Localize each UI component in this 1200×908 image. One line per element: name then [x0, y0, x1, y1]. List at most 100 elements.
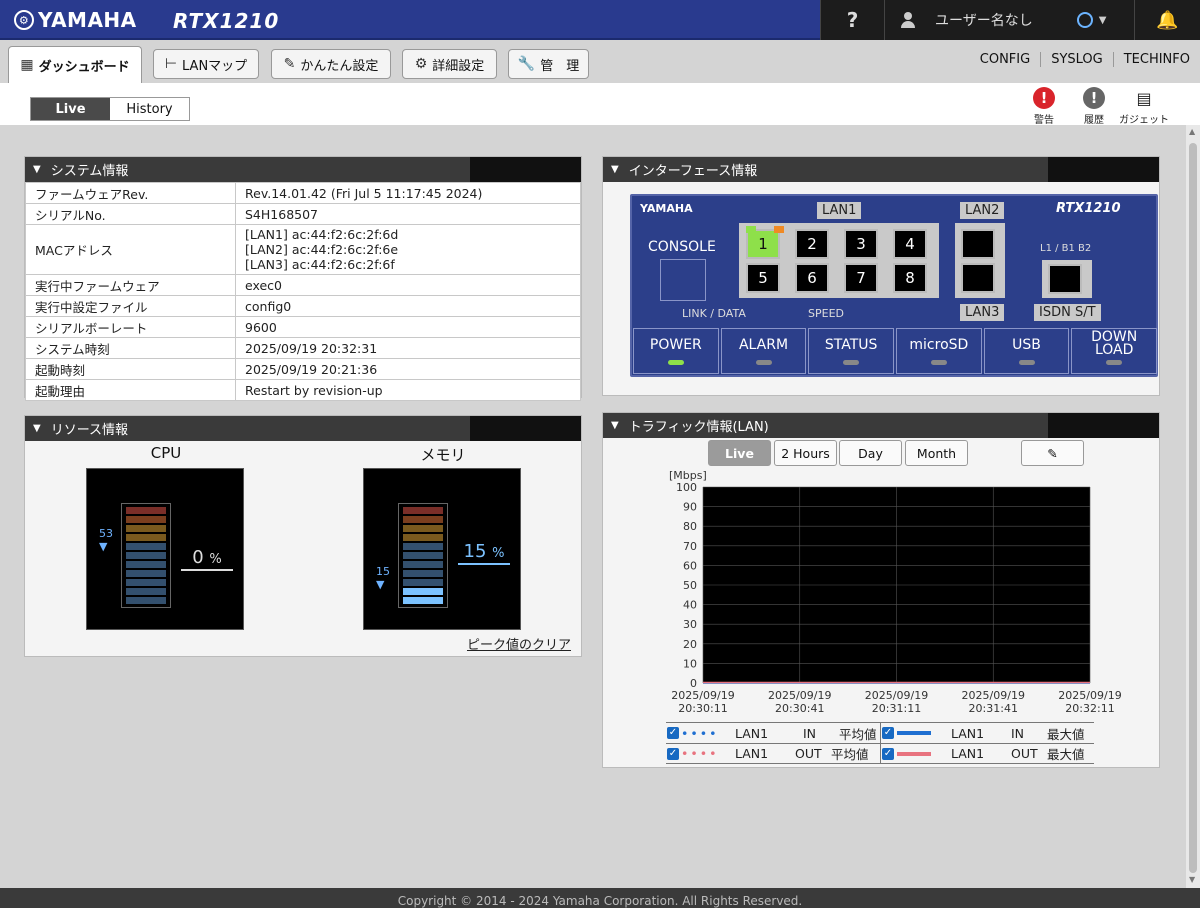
y-tick-label: 30: [683, 618, 697, 631]
cpu-meter: 53 ▼ 0 %: [86, 468, 244, 630]
isdn-status-label: L1 / B1 B2: [1040, 243, 1092, 254]
warning-icon: !: [1033, 87, 1055, 109]
lan1-port-7[interactable]: 7: [844, 263, 878, 293]
led-label: DOWN LOAD: [1091, 329, 1138, 358]
lan1-label: LAN1: [817, 202, 862, 219]
table-value: 2025/09/19 20:21:36: [235, 358, 581, 380]
lan1-port-1[interactable]: 1: [746, 229, 780, 259]
lan2-label: LAN2: [960, 202, 1005, 219]
interface-info-header[interactable]: ▼ インターフェース情報: [603, 157, 1159, 182]
legend-dir: OUT: [795, 746, 822, 761]
legend-dir: IN: [1011, 725, 1025, 741]
tab-management[interactable]: 🔧 管 理: [508, 49, 589, 79]
table-key: シリアルNo.: [25, 203, 236, 225]
legend-dir: IN: [803, 725, 817, 741]
checkbox-icon: ✓: [882, 747, 894, 760]
lan1-port-8[interactable]: 8: [893, 263, 927, 293]
traffic-2hours-button[interactable]: 2 Hours: [774, 440, 837, 466]
device-model: RTX1210: [1056, 201, 1121, 216]
tab-easy-setup[interactable]: ✎ かんたん設定: [271, 49, 391, 79]
user-menu[interactable]: ユーザー名なし ▼: [884, 0, 1134, 40]
table-row: 実行中ファームウェア exec0: [25, 274, 581, 296]
legend-out-average[interactable]: ✓ •••• LAN1 OUT 平均値: [666, 743, 880, 764]
table-value: exec0: [235, 274, 581, 296]
panel-title: トラフィック情報(LAN): [628, 420, 769, 435]
checkbox-icon: ✓: [667, 747, 679, 760]
scroll-up-icon[interactable]: ▲: [1189, 127, 1195, 136]
cpu-level-bars: [121, 503, 171, 608]
table-key: 実行中ファームウェア: [25, 274, 236, 296]
user-icon: [901, 12, 915, 28]
tab-dashboard[interactable]: ▦ ダッシュボード: [8, 46, 142, 83]
system-info-panel: ▼ システム情報 ファームウェアRev. Rev.14.01.42 (Fri Ju…: [24, 156, 582, 401]
gadget-button[interactable]: ▤ ガジェット: [1119, 87, 1169, 127]
traffic-edit-button[interactable]: ✎: [1021, 440, 1084, 466]
status-led-row: POWER ALARM STATUS microSD USB DOWN LOAD: [633, 328, 1158, 374]
table-row: システム時刻 2025/09/19 20:32:31: [25, 337, 581, 359]
system-info-header[interactable]: ▼ システム情報: [25, 157, 581, 182]
live-button[interactable]: Live: [31, 98, 110, 120]
clear-peak-link[interactable]: ピーク値のクリア: [467, 634, 571, 653]
lan2-port[interactable]: [961, 229, 995, 259]
tab-lan-map[interactable]: ⊢ LANマップ: [153, 49, 259, 79]
table-row: ファームウェアRev. Rev.14.01.42 (Fri Jul 5 11:17…: [25, 182, 581, 204]
history-log-button[interactable]: ! 履歴: [1069, 87, 1119, 126]
y-tick-label: 20: [683, 638, 697, 651]
traffic-month-button[interactable]: Month: [905, 440, 968, 466]
led-label: POWER: [649, 337, 702, 353]
techinfo-link[interactable]: TECHINFO: [1112, 52, 1200, 67]
legend-in-average[interactable]: ✓ •••• LAN1 IN 平均値: [666, 723, 880, 744]
scroll-down-icon[interactable]: ▼: [1189, 875, 1195, 884]
memory-peak-marker: 15 ▼: [376, 565, 390, 591]
main-nav: ▦ ダッシュボード ⊢ LANマップ ✎ かんたん設定 ⚙ 詳細設定 🔧 管 理…: [0, 40, 1200, 83]
table-key: MACアドレス: [25, 224, 236, 275]
alarm-lamp: [755, 360, 772, 365]
dashboard-area: ▼ システム情報 ファームウェアRev. Rev.14.01.42 (Fri Ju…: [0, 125, 1186, 888]
collapse-triangle-icon: ▼: [611, 164, 619, 175]
brand-name: YAMAHA: [38, 8, 137, 32]
lan1-port-2[interactable]: 2: [795, 229, 829, 259]
scrollbar-thumb[interactable]: [1189, 143, 1197, 873]
lan1-port-4[interactable]: 4: [893, 229, 927, 259]
table-value: 2025/09/19 20:32:31: [235, 337, 581, 359]
x-tick-label: 20:32:11: [1065, 702, 1114, 715]
help-button[interactable]: ?: [820, 0, 884, 40]
notification-bell-button[interactable]: 🔔: [1134, 0, 1200, 40]
cpu-label: CPU: [150, 444, 182, 462]
y-tick-label: 80: [683, 520, 697, 533]
lan3-port[interactable]: [961, 263, 995, 293]
traffic-live-button[interactable]: Live: [708, 440, 771, 466]
usb-led: USB: [983, 328, 1070, 374]
warning-button[interactable]: ! 警告: [1019, 87, 1069, 126]
tab-label: LANマップ: [182, 58, 248, 74]
y-tick-label: 50: [683, 579, 697, 592]
cpu-value: 0: [192, 547, 204, 568]
syslog-link[interactable]: SYSLOG: [1040, 52, 1113, 67]
table-value: Restart by revision-up: [235, 379, 581, 401]
legend-if: LAN1: [951, 725, 985, 741]
traffic-info-panel: ▼ トラフィック情報(LAN) Live 2 Hours Day Month ✎…: [602, 412, 1160, 768]
lan1-port-5[interactable]: 5: [746, 263, 780, 293]
resource-info-header[interactable]: ▼ リソース情報: [25, 416, 581, 441]
isdn-port[interactable]: [1048, 264, 1082, 294]
traffic-day-button[interactable]: Day: [839, 440, 902, 466]
history-button[interactable]: History: [110, 98, 189, 120]
config-link[interactable]: CONFIG: [970, 52, 1040, 67]
lan1-port-6[interactable]: 6: [795, 263, 829, 293]
tab-label: かんたん設定: [300, 58, 379, 74]
table-row: 起動理由 Restart by revision-up: [25, 379, 581, 401]
legend-in-max[interactable]: ✓ LAN1 IN 最大値: [880, 722, 1094, 744]
checkbox-icon: ✓: [882, 727, 894, 739]
console-port: [660, 259, 706, 301]
legend-out-max[interactable]: ✓ LAN1 OUT 最大値: [880, 743, 1094, 764]
download-button[interactable]: DOWN LOAD: [1071, 328, 1158, 374]
usb-lamp: [1018, 360, 1035, 365]
speed-label: SPEED: [808, 307, 844, 320]
lan1-port-3[interactable]: 3: [844, 229, 878, 259]
gear-icon: ⚙: [414, 56, 428, 72]
vertical-scrollbar[interactable]: ▲ ▼: [1186, 125, 1200, 888]
tab-advanced-settings[interactable]: ⚙ 詳細設定: [402, 49, 497, 79]
history-icon: !: [1083, 87, 1105, 109]
lan-map-icon: ⊢: [164, 56, 178, 72]
traffic-info-header[interactable]: ▼ トラフィック情報(LAN): [603, 413, 1159, 438]
